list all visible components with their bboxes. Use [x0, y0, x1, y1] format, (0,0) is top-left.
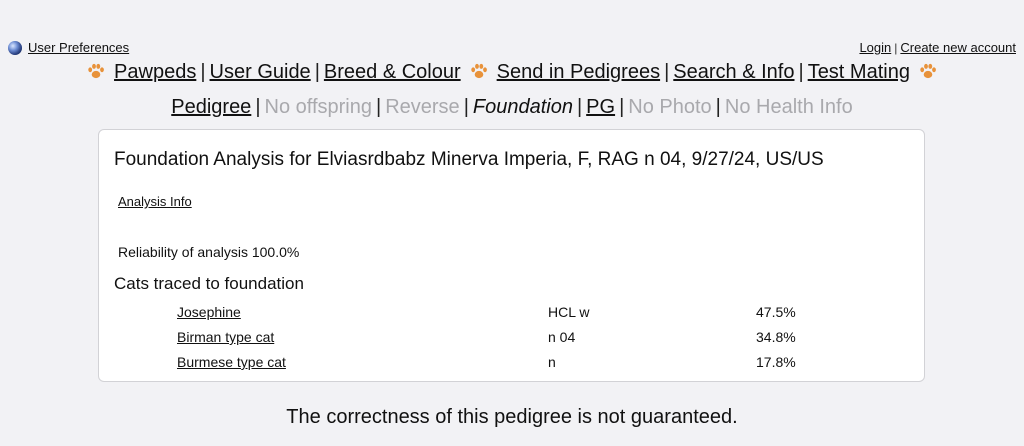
- separator: |: [576, 96, 583, 118]
- page-title: Foundation Analysis for Elviasrdbabz Min…: [114, 149, 824, 170]
- main-nav: Pawpeds | User Guide | Breed & Colour Send in…: [0, 61, 1024, 84]
- separator: |: [376, 96, 382, 118]
- foundation-analysis-card: Foundation Analysis for Elviasrdbabz Min…: [98, 129, 925, 382]
- reliability-text: Reliability of analysis 100.0%: [118, 244, 300, 260]
- analysis-info-link[interactable]: Analysis Info: [118, 194, 192, 209]
- nav-send-pedigrees[interactable]: Send in Pedigrees: [497, 61, 660, 83]
- paw-icon: [920, 63, 936, 79]
- separator: |: [715, 96, 721, 118]
- cat-name-link[interactable]: Burmese type cat: [177, 354, 286, 370]
- login-link[interactable]: Login: [859, 40, 891, 55]
- disclaimer-text: The correctness of this pedigree is not …: [286, 406, 738, 428]
- cat-name-link[interactable]: Josephine: [177, 304, 241, 320]
- cat-percentage: 17.8%: [756, 354, 796, 370]
- user-preferences-link[interactable]: User Preferences: [28, 40, 129, 55]
- cat-name-link[interactable]: Birman type cat: [177, 329, 274, 345]
- separator: |: [619, 96, 625, 118]
- account-links: Login | Create new account: [859, 40, 1016, 55]
- section-subtitle: Cats traced to foundation: [114, 274, 304, 293]
- separator: |: [255, 96, 261, 118]
- nav-user-guide[interactable]: User Guide: [210, 61, 311, 83]
- paw-icon: [88, 63, 104, 79]
- nav-foundation-current: Foundation: [472, 96, 573, 118]
- pedigree-nav: Pedigree | No offspring | Reverse | Foundation…: [0, 96, 1024, 119]
- cat-percentage: 47.5%: [756, 304, 796, 320]
- separator: |: [798, 61, 804, 83]
- nav-pedigree[interactable]: Pedigree: [171, 96, 251, 118]
- nav-no-offspring: No offspring: [264, 96, 372, 118]
- top-bar: User Preferences Login | Create new accoun…: [8, 40, 1016, 58]
- nav-no-health-info: No Health Info: [724, 96, 853, 118]
- paw-icon: [470, 63, 487, 79]
- cat-code: n 04: [548, 329, 576, 345]
- user-preferences-area: User Preferences: [8, 40, 129, 55]
- table-row: Birman type cat n 04 34.8%: [99, 329, 924, 354]
- cat-code: n: [548, 354, 556, 370]
- nav-test-mating[interactable]: Test Mating: [808, 61, 910, 83]
- nav-pg[interactable]: PG: [586, 96, 615, 118]
- nav-reverse: Reverse: [385, 96, 460, 118]
- separator: |: [200, 61, 206, 83]
- table-row: Burmese type cat n 17.8%: [99, 354, 924, 379]
- separator: |: [894, 41, 898, 55]
- separator: |: [664, 61, 670, 83]
- create-account-link[interactable]: Create new account: [900, 40, 1016, 55]
- globe-icon: [8, 40, 22, 55]
- nav-pawpeds[interactable]: Pawpeds: [114, 61, 196, 83]
- cat-code: HCL w: [548, 304, 590, 320]
- foundation-table: Josephine HCL w 47.5% Birman type cat n …: [99, 304, 924, 379]
- nav-breed-colour[interactable]: Breed & Colour: [324, 61, 461, 83]
- nav-no-photo: No Photo: [628, 96, 712, 118]
- nav-search-info[interactable]: Search & Info: [673, 61, 794, 83]
- separator: |: [463, 96, 469, 118]
- cat-percentage: 34.8%: [756, 329, 796, 345]
- table-row: Josephine HCL w 47.5%: [99, 304, 924, 329]
- separator: |: [314, 61, 320, 83]
